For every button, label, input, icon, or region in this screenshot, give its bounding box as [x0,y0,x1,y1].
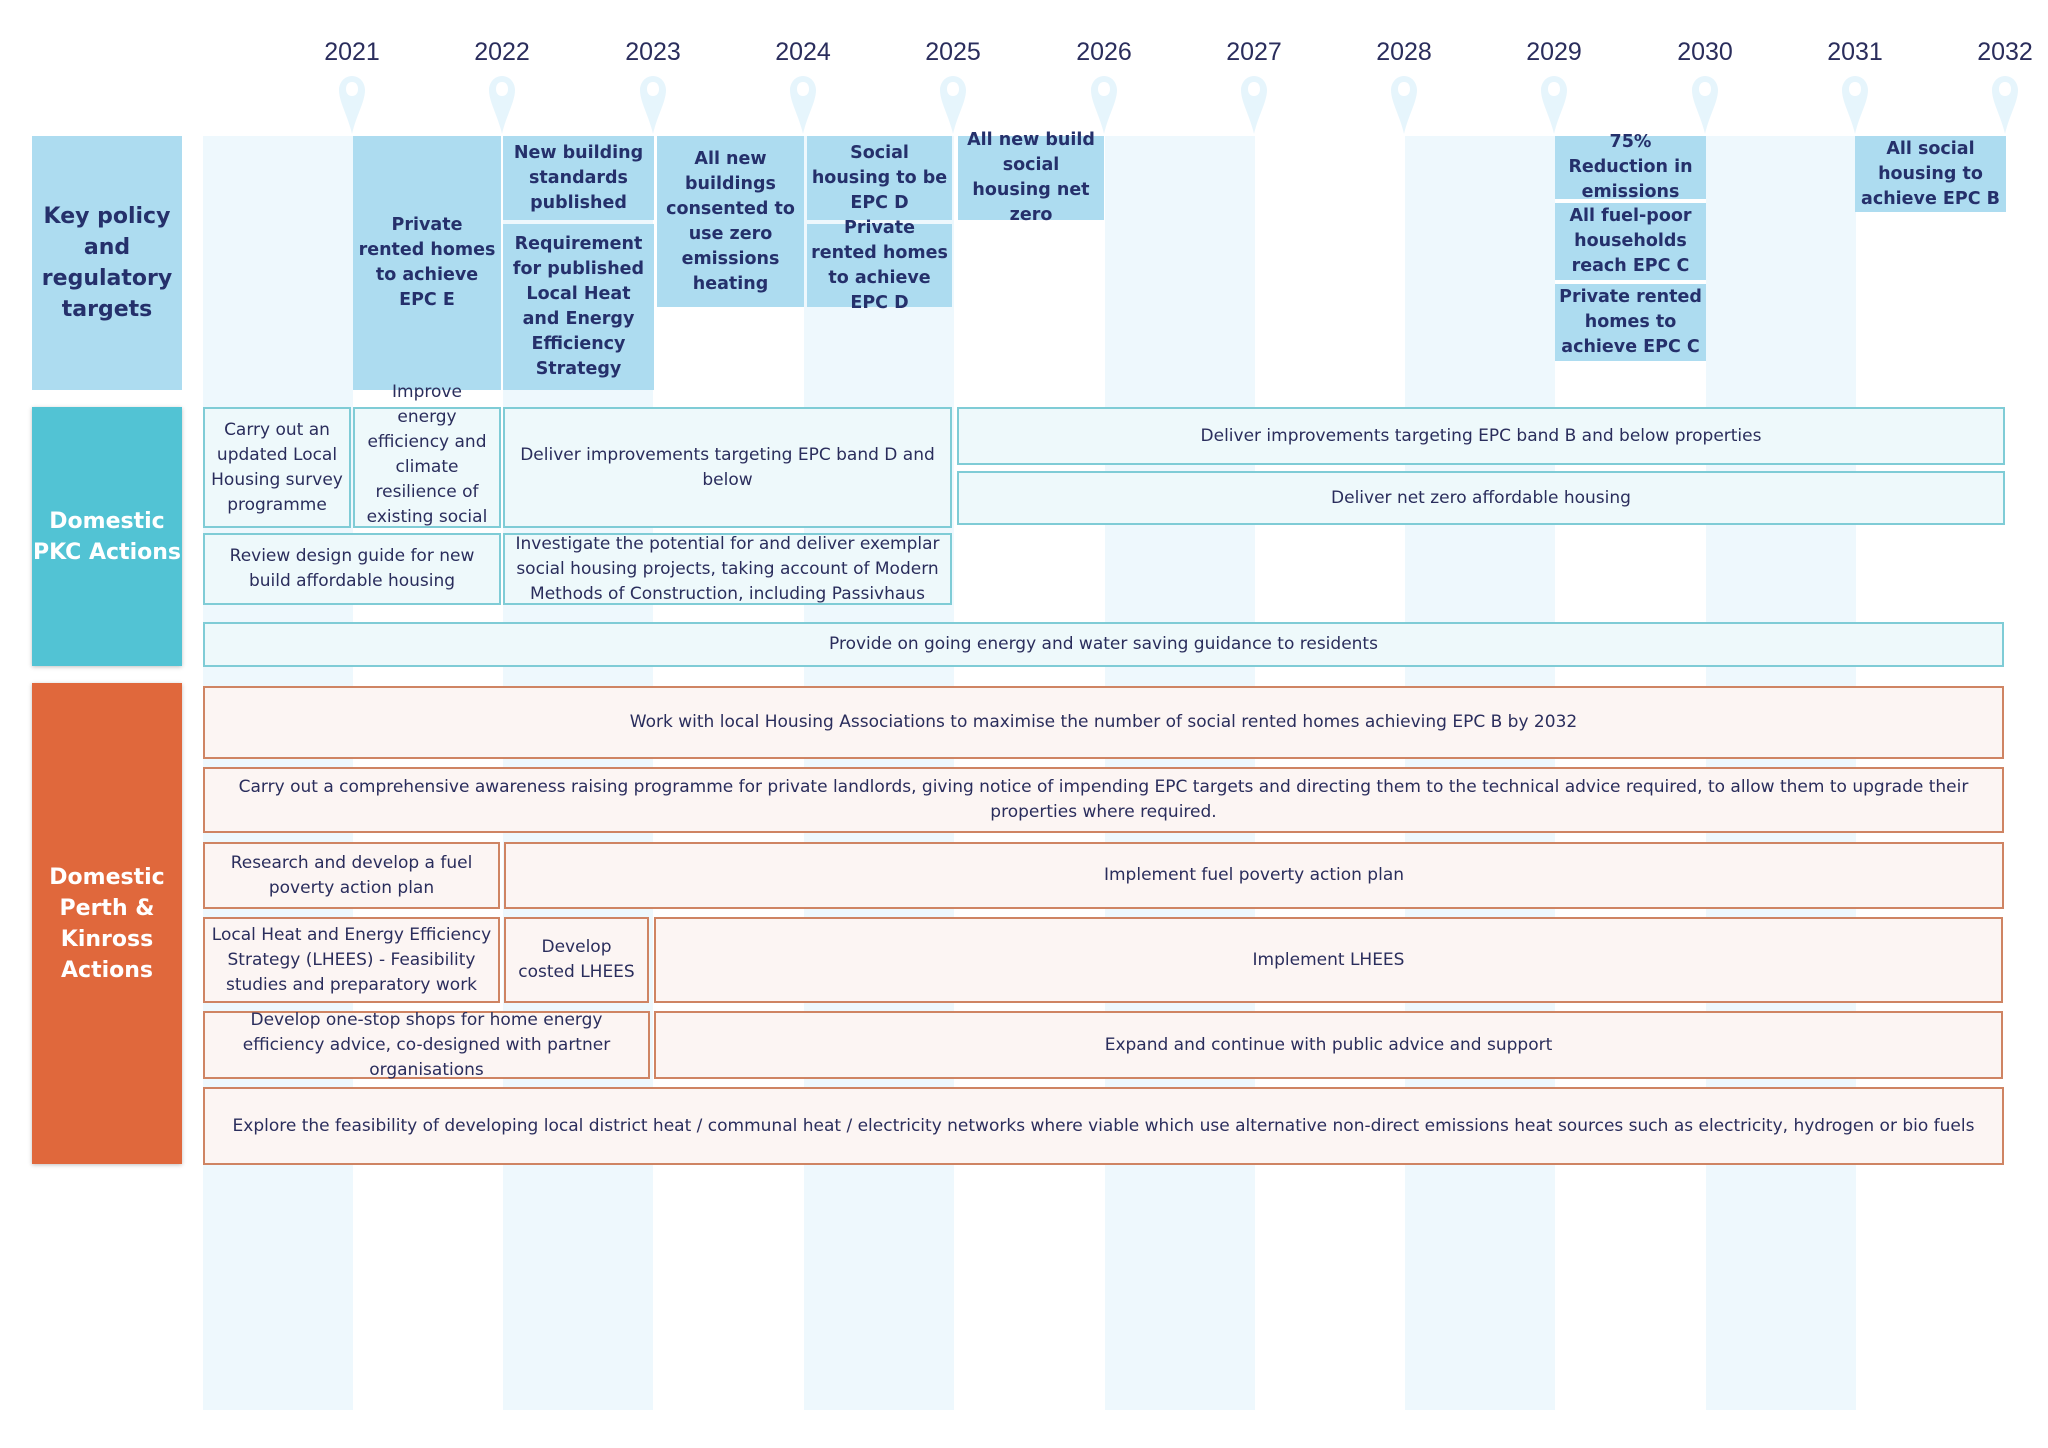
policy-target-box-text: Private rented homes to achieve EPC E [358,215,496,310]
perth-kinross-action-box-text: Carry out a comprehensive awareness rais… [238,777,1969,822]
perth-kinross-action-box: Expand and continue with public advice a… [654,1011,2003,1079]
policy-target-box: Private rented homes to achieve EPC C [1555,284,1706,361]
section-label-perth-kinross-actions: Domestic Perth & Kinross Actions [32,683,182,1164]
map-pin-icon [1091,76,1117,134]
map-pin-icon [1241,76,1267,134]
section-label-text: Domestic Perth & Kinross Actions [49,864,165,983]
pkc-action-box: Review design guide for new build afford… [203,533,501,605]
map-pin-icon [940,76,966,134]
pkc-action-box: Provide on going energy and water saving… [203,622,2004,667]
perth-kinross-action-box: Develop costed LHEES [504,917,649,1003]
section-label-policy-targets: Key policy and regulatory targets [32,136,182,390]
year-label: 2022 [474,38,530,66]
perth-kinross-action-box-text: Develop costed LHEES [518,937,635,982]
year-label: 2028 [1376,38,1432,66]
map-pin-icon [1391,76,1417,134]
policy-target-box-text: Private rented homes to achieve EPC D [811,217,948,313]
policy-target-box-text: Private rented homes to achieve EPC C [1559,287,1702,357]
policy-target-box: All new build social housing net zero [958,130,1104,225]
perth-kinross-action-box-text: Expand and continue with public advice a… [1104,1034,1553,1055]
perth-kinross-action-box-text: Develop one-stop shops for home energy e… [242,1009,611,1080]
policy-target-box-text: New building standards published [513,142,644,213]
policy-target-box-text: Social housing to be EPC D [811,142,948,213]
perth-kinross-action-box-text: Implement LHEES [1252,949,1405,970]
perth-kinross-action-box-text: Implement fuel poverty action plan [1103,865,1405,885]
pkc-action-box: Deliver improvements targeting EPC band … [957,407,2005,465]
policy-target-box-text: All social housing to achieve EPC B [1861,138,2000,209]
policy-target-box: All fuel-poor households reach EPC C [1555,203,1706,280]
policy-target-box: Social housing to be EPC D [807,136,952,220]
perth-kinross-action-box: Work with local Housing Associations to … [203,686,2004,759]
policy-target-box-text: Requirement for published Local Heat and… [512,234,645,379]
year-label: 2025 [925,38,981,66]
pkc-action-box: Deliver improvements targeting EPC band … [503,407,952,528]
year-label: 2030 [1677,38,1733,66]
year-label: 2031 [1827,38,1883,66]
year-label: 2021 [324,38,380,66]
map-pin-icon [489,76,515,134]
pkc-action-box: Investigate the potential for and delive… [503,533,952,605]
perth-kinross-action-box: Local Heat and Energy Efficiency Strateg… [203,917,500,1003]
year-label: 2024 [775,38,831,66]
perth-kinross-action-box: Carry out a comprehensive awareness rais… [203,767,2004,833]
section-label-text: Key policy and regulatory targets [41,204,173,322]
pkc-action-box-text: Carry out an updated Local Housing surve… [211,419,343,515]
perth-kinross-action-box: Explore the feasibility of developing lo… [203,1087,2004,1165]
perth-kinross-action-box: Research and develop a fuel poverty acti… [203,842,500,909]
map-pin-icon [1842,76,1868,134]
policy-target-box: 75% Reduction in emissions [1555,132,1706,202]
policy-target-box: Requirement for published Local Heat and… [503,224,654,390]
pkc-action-box-text: Review design guide for new build afford… [229,546,475,591]
year-label: 2023 [625,38,681,66]
policy-target-box-text: All new buildings consented to use zero … [666,148,795,294]
section-label-pkc-actions: Domestic PKC Actions [32,407,182,666]
policy-target-box: New building standards published [503,136,654,220]
policy-target-box: All new buildings consented to use zero … [657,136,804,307]
map-pin-icon [1992,76,2018,134]
policy-target-box: All social housing to achieve EPC B [1855,136,2006,212]
year-label: 2026 [1076,38,1132,66]
pkc-action-box-text: Deliver improvements targeting EPC band … [520,444,935,490]
policy-target-box-text: All fuel-poor households reach EPC C [1569,206,1692,276]
section-label-text: Domestic PKC Actions [33,508,181,565]
year-label: 2027 [1226,38,1282,66]
map-pin-icon [339,76,365,134]
pkc-action-box: Improve energy efficiency and climate re… [353,382,501,552]
pkc-action-box-text: Investigate the potential for and delive… [515,533,940,604]
perth-kinross-action-box-text: Research and develop a fuel poverty acti… [230,852,473,898]
pkc-action-box-text: Deliver net zero affordable housing [1331,487,1631,508]
perth-kinross-action-box: Develop one-stop shops for home energy e… [203,1010,650,1080]
perth-kinross-action-box: Implement LHEES [654,917,2003,1003]
policy-target-box-text: 75% Reduction in emissions [1568,132,1693,202]
perth-kinross-action-box-text: Work with local Housing Associations to … [629,712,1578,732]
policy-target-box: Private rented homes to achieve EPC D [807,218,952,313]
perth-kinross-action-box-text: Local Heat and Energy Efficiency Strateg… [211,924,492,995]
policy-target-box-text: All new build social housing net zero [967,130,1095,225]
policy-target-box: Private rented homes to achieve EPC E [353,136,501,390]
pkc-action-box: Carry out an updated Local Housing surve… [203,407,351,528]
pkc-action-box-text: Provide on going energy and water saving… [829,634,1378,654]
map-pin-icon [1692,76,1718,134]
map-pin-icon [1541,76,1567,134]
pkc-action-box: Deliver net zero affordable housing [957,471,2005,525]
pkc-action-box-text: Deliver improvements targeting EPC band … [1200,425,1762,446]
perth-kinross-action-box-text: Explore the feasibility of developing lo… [232,1115,1975,1136]
perth-kinross-action-box: Implement fuel poverty action plan [504,842,2004,909]
year-label: 2029 [1526,38,1582,66]
year-label: 2032 [1977,38,2033,66]
pkc-action-box-text: Improve energy efficiency and climate re… [366,382,488,552]
map-pin-icon [790,76,816,134]
map-pin-icon [640,76,666,134]
